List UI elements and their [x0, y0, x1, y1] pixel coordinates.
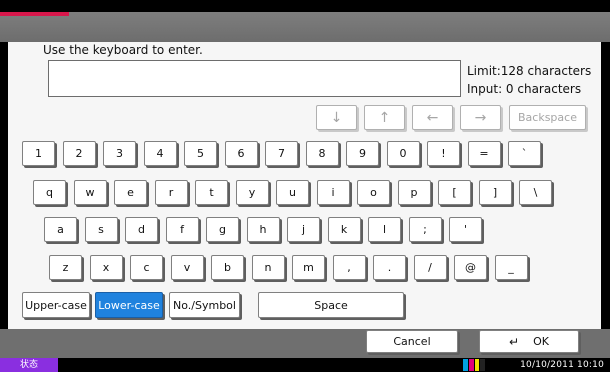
key-row3-5[interactable]: h — [246, 217, 280, 242]
cursor-right-button[interactable]: → — [460, 105, 501, 130]
key-row1-5[interactable]: 6 — [224, 141, 258, 166]
key-row4-1[interactable]: x — [89, 255, 123, 280]
character-limit-info: Limit:128 characters Input: 0 characters — [467, 62, 591, 98]
key-row4-3[interactable]: v — [170, 255, 204, 280]
key-row3-4[interactable]: g — [206, 217, 239, 242]
key-row1-10[interactable]: ! — [427, 141, 460, 166]
key-row1-0[interactable]: 1 — [22, 141, 55, 166]
status-bar: 状态 10/10/2011 10:10 — [0, 358, 610, 372]
key-row2-10[interactable]: [ — [438, 180, 471, 205]
toner-yellow — [474, 359, 480, 371]
key-row2-1[interactable]: w — [73, 180, 107, 205]
key-row1-11[interactable]: = — [467, 141, 501, 166]
key-row3-2[interactable]: d — [125, 217, 158, 242]
key-row4-0[interactable]: z — [49, 255, 82, 280]
key-row2-0[interactable]: q — [33, 180, 66, 205]
text-input-field[interactable] — [48, 60, 461, 97]
key-row1-7[interactable]: 8 — [305, 141, 339, 166]
key-row4-4[interactable]: b — [211, 255, 244, 280]
key-row3-10[interactable]: ' — [449, 217, 482, 242]
limit-label: Limit:128 characters — [467, 64, 592, 78]
key-row4-5[interactable]: n — [251, 255, 285, 280]
key-row2-8[interactable]: o — [357, 180, 390, 205]
upper-case-button[interactable]: Upper-case — [22, 292, 90, 318]
status-tab[interactable]: 状态 — [0, 358, 58, 372]
key-row4-10[interactable]: @ — [454, 255, 487, 280]
instruction-text: Use the keyboard to enter. — [43, 43, 203, 57]
key-row1-6[interactable]: 7 — [265, 141, 298, 166]
key-row3-7[interactable]: k — [327, 217, 361, 242]
cancel-button[interactable]: Cancel — [366, 330, 458, 353]
key-row3-9[interactable]: ; — [408, 217, 442, 242]
toner-black — [480, 359, 485, 371]
screen: Use the keyboard to enter. Limit:128 cha… — [0, 0, 610, 372]
key-row1-3[interactable]: 4 — [143, 141, 177, 166]
key-row4-11[interactable]: _ — [494, 255, 528, 280]
datetime-display: 10/10/2011 10:10 — [520, 360, 604, 370]
space-button[interactable]: Space — [258, 292, 404, 318]
key-row3-0[interactable]: a — [44, 217, 77, 242]
key-row2-11[interactable]: ] — [478, 180, 512, 205]
cursor-down-button[interactable]: ↓ — [316, 105, 357, 130]
key-row1-8[interactable]: 9 — [346, 141, 379, 166]
title-tab-accent — [0, 12, 69, 16]
toner-cyan — [463, 359, 468, 371]
backspace-button[interactable]: Backspace — [509, 105, 586, 130]
key-row2-6[interactable]: u — [276, 180, 309, 205]
key-row1-2[interactable]: 3 — [103, 141, 136, 166]
key-row3-3[interactable]: f — [165, 217, 199, 242]
lower-case-button[interactable]: Lower-case — [95, 292, 163, 318]
input-count-label: Input: 0 characters — [467, 82, 582, 96]
number-symbol-button[interactable]: No./Symbol — [169, 292, 240, 318]
key-row3-1[interactable]: s — [84, 217, 118, 242]
key-row2-9[interactable]: p — [397, 180, 431, 205]
key-row4-2[interactable]: c — [130, 255, 163, 280]
ok-label: OK — [533, 335, 549, 348]
toner-magenta — [468, 359, 474, 371]
enter-icon: ↵ — [509, 334, 520, 349]
toner-level-icon — [463, 359, 485, 371]
key-row2-7[interactable]: i — [316, 180, 350, 205]
key-row2-3[interactable]: r — [154, 180, 188, 205]
title-bar — [0, 12, 610, 42]
cursor-up-button[interactable]: ↑ — [364, 105, 405, 130]
key-row3-6[interactable]: j — [287, 217, 320, 242]
key-row1-4[interactable]: 5 — [184, 141, 217, 166]
key-row4-6[interactable]: m — [292, 255, 325, 280]
key-row1-1[interactable]: 2 — [62, 141, 96, 166]
key-row3-8[interactable]: l — [368, 217, 401, 242]
key-row1-12[interactable]: ` — [508, 141, 541, 166]
ok-button[interactable]: ↵ OK — [479, 330, 579, 353]
key-row2-2[interactable]: e — [114, 180, 147, 205]
key-row2-4[interactable]: t — [195, 180, 228, 205]
cursor-left-button[interactable]: ← — [412, 105, 453, 130]
key-row4-7[interactable]: , — [332, 255, 366, 280]
key-row2-12[interactable]: \ — [519, 180, 552, 205]
key-row2-5[interactable]: y — [235, 180, 269, 205]
key-row4-8[interactable]: . — [373, 255, 406, 280]
key-row4-9[interactable]: / — [413, 255, 447, 280]
key-row1-9[interactable]: 0 — [386, 141, 420, 166]
